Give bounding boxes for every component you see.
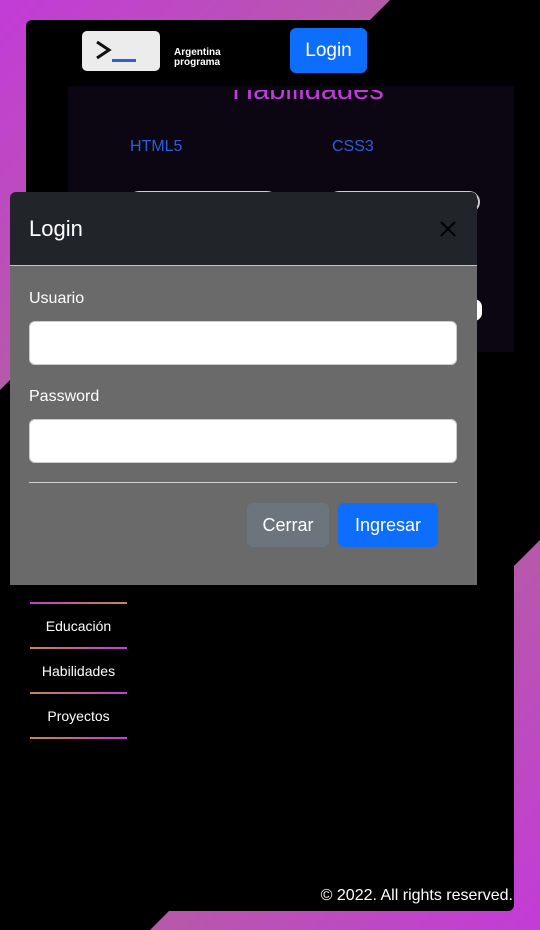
brand-line-2: programa: [174, 57, 221, 68]
password-input[interactable]: [29, 419, 457, 463]
cerrar-button[interactable]: Cerrar: [247, 503, 329, 547]
ingresar-button[interactable]: Ingresar: [338, 503, 438, 547]
modal-header: Login: [10, 192, 477, 266]
sidebar-item-proyectos[interactable]: Proyectos: [30, 694, 127, 737]
sidebar-item-educacion[interactable]: Educación: [30, 604, 127, 647]
skill-label-html5: HTML5: [130, 138, 183, 155]
modal-title: Login: [29, 216, 83, 241]
login-modal: Login Usuario Password Cerrar Ingresar: [10, 192, 477, 585]
usuario-input[interactable]: [29, 321, 457, 365]
password-label: Password: [29, 388, 100, 405]
terminal-logo-icon[interactable]: [82, 31, 160, 71]
sidebar-divider: [30, 737, 127, 739]
footer-copyright: © 2022. All rights reserved.: [320, 887, 513, 904]
nav-login-button[interactable]: Login: [290, 28, 367, 73]
modal-divider: [29, 482, 457, 483]
usuario-label: Usuario: [29, 290, 85, 307]
side-nav: Educación Habilidades Proyectos: [30, 602, 127, 739]
skill-label-css3: CSS3: [332, 138, 374, 155]
sidebar-item-habilidades[interactable]: Habilidades: [30, 649, 127, 692]
brand-name: Argentina programa: [174, 48, 221, 68]
close-icon[interactable]: [438, 219, 458, 239]
